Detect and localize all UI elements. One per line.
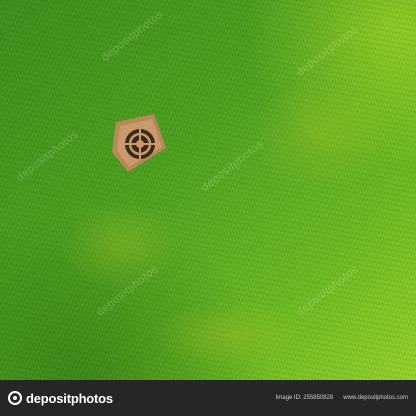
brand-name: depositphotos bbox=[26, 390, 113, 406]
drain-grate-icon bbox=[112, 114, 166, 172]
image-id: Image ID: 255850828 bbox=[275, 395, 334, 401]
lighter-grass-patch bbox=[250, 80, 390, 190]
depositphotos-logo-icon bbox=[8, 391, 22, 405]
watermark-footer: depositphotos Image ID: 255850828 www.de… bbox=[0, 380, 416, 416]
lighter-grass-patch bbox=[150, 300, 310, 370]
lighter-grass-patch bbox=[60, 200, 180, 290]
site-url: www.depositphotos.com bbox=[343, 395, 408, 401]
footer-info: Image ID: 255850828 www.depositphotos.co… bbox=[276, 395, 408, 401]
brand: depositphotos bbox=[8, 391, 113, 406]
stock-photo: depositphotos depositphotos depositphoto… bbox=[0, 0, 416, 380]
